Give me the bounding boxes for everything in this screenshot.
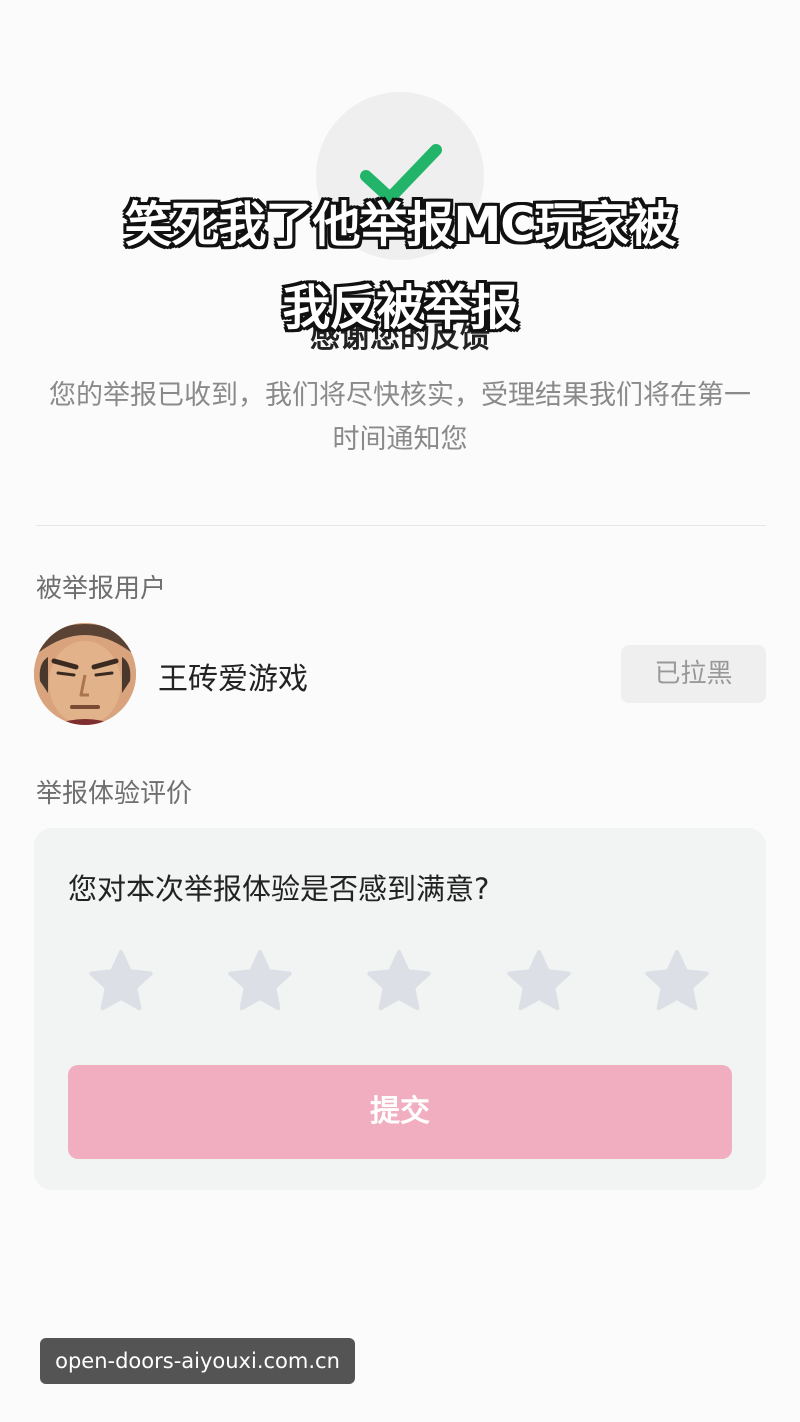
watermark: open-doors-aiyouxi.com.cn <box>40 1338 355 1384</box>
blocked-button[interactable]: 已拉黑 <box>621 645 766 703</box>
overlay-caption-line-1: 笑死我了他举报MC玩家被 <box>124 197 677 253</box>
star-icon-5[interactable] <box>642 948 712 1018</box>
rating-question: 您对本次举报体验是否感到满意? <box>68 872 490 906</box>
star-rating <box>86 948 716 1018</box>
star-icon-1[interactable] <box>86 948 156 1018</box>
avatar[interactable] <box>34 623 136 725</box>
divider <box>36 525 766 526</box>
feedback-description: 您的举报已收到，我们将尽快核实，受理结果我们将在第一时间通知您 <box>49 380 751 455</box>
star-icon-3[interactable] <box>364 948 434 1018</box>
reported-user-section-label: 被举报用户 <box>36 574 167 604</box>
avatar-image <box>34 623 136 725</box>
rating-card: 您对本次举报体验是否感到满意? 提交 <box>34 828 766 1190</box>
rating-section-label: 举报体验评价 <box>36 779 193 809</box>
reported-user-name: 王砖爱游戏 <box>158 662 308 697</box>
overlay-caption-line-2: 我反被举报 <box>282 280 518 336</box>
submit-button[interactable]: 提交 <box>68 1065 732 1159</box>
star-icon-2[interactable] <box>225 948 295 1018</box>
star-icon-4[interactable] <box>504 948 574 1018</box>
